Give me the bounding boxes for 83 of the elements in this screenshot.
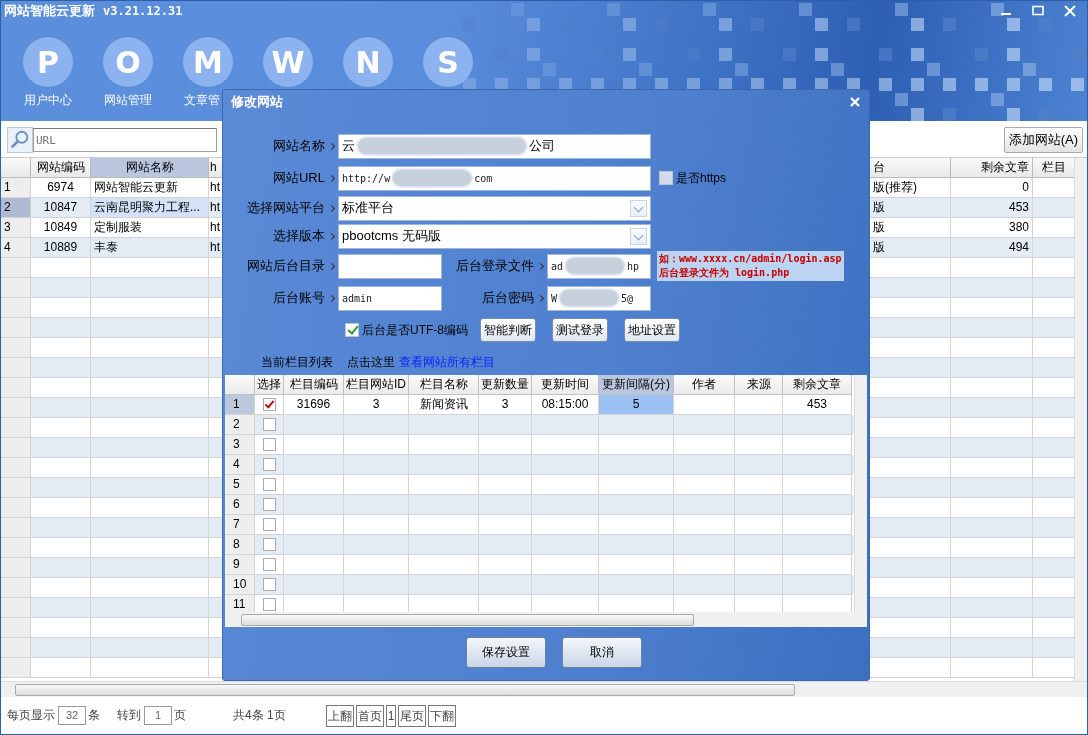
action-button[interactable]: 测试登录 [552, 318, 608, 342]
dropdown[interactable]: pbootcms 无码版 [338, 223, 651, 249]
row-number: 10 [225, 575, 255, 595]
action-button[interactable]: 智能判断 [480, 318, 536, 342]
input-field[interactable]: http://w com [338, 165, 651, 191]
column-header: 作者 [674, 375, 735, 395]
per-page-label: 每页显示 [7, 707, 55, 724]
per-page-field[interactable]: 32 [58, 706, 86, 725]
row-number: 2 [225, 415, 255, 435]
field-label: 后台账号 [273, 289, 325, 307]
column-header: 栏目网站ID [344, 375, 409, 395]
column-header: 更新数量 [479, 375, 532, 395]
table-cell: 494 [951, 238, 1033, 258]
page-summary: 共4条 1页 [233, 707, 286, 724]
field-label: 后台登录文件 [456, 257, 534, 275]
field-label: 网站URL [273, 169, 325, 187]
table-cell: 5 [599, 395, 674, 415]
dialog-title: 修改网站 [231, 93, 283, 111]
save-button[interactable]: 保存设置 [465, 637, 546, 668]
column-header: 栏目 [1033, 158, 1074, 178]
input-field[interactable]: ad hp [547, 253, 651, 279]
row-number: 6 [225, 495, 255, 515]
table-cell: 丰泰 [91, 238, 209, 258]
input-field[interactable]: 云 公司 [338, 133, 651, 159]
column-header: 更新时间 [532, 375, 599, 395]
field-label: 选择网站平台 [247, 199, 325, 217]
pager-button[interactable]: 首页 [355, 704, 384, 727]
column-header: 剩余文章 [783, 375, 852, 395]
field-label: 网站名称 [273, 137, 325, 155]
page-unit: 页 [174, 707, 186, 724]
goto-page-field[interactable]: 1 [144, 706, 172, 725]
column-header: 来源 [735, 375, 783, 395]
row-number: 5 [225, 475, 255, 495]
table-cell: 10889 [31, 238, 91, 258]
dropdown-value: 标准平台 [342, 199, 394, 217]
column-header: 台 [870, 158, 951, 178]
pager-button[interactable]: 尾页 [398, 704, 427, 727]
column-header: 栏目编码 [284, 375, 344, 395]
field-label: 选择版本 [273, 227, 325, 245]
add-site-button[interactable]: 添加网站(A) [1003, 127, 1083, 153]
row-number: 1 [1, 178, 31, 198]
column-header: 选择 [255, 375, 284, 395]
cancel-button[interactable]: 取消 [561, 637, 642, 668]
hint-text: 点击这里 [347, 354, 395, 371]
input-field[interactable]: admin [338, 285, 442, 311]
row-number: 3 [1, 218, 31, 238]
list-label: 当前栏目列表 [261, 354, 333, 371]
pager-button[interactable]: 下翻 [428, 704, 457, 727]
dropdown-value: pbootcms 无码版 [342, 227, 441, 245]
version-label: v3.21.12.31 [103, 4, 183, 18]
pager-button[interactable]: 上翻 [325, 704, 354, 727]
hint-text: 后台登录文件为 login.php [659, 266, 791, 280]
toolbar-label: 网站管理 [104, 92, 152, 109]
row-number: 11 [225, 595, 255, 612]
row-number: 8 [225, 535, 255, 555]
hint-text: 如：www.xxxx.cn/admin/login.asp [659, 252, 842, 266]
row-number: 2 [1, 198, 31, 218]
action-button[interactable]: 地址设置 [624, 318, 680, 342]
row-number: 3 [225, 435, 255, 455]
pager-button[interactable]: 1 [385, 704, 397, 727]
column-header: 栏目名称 [409, 375, 479, 395]
table-cell: 云南昆明聚力工程... [91, 198, 209, 218]
column-header: 网站名称 [91, 158, 209, 178]
field-label: 后台密码 [482, 289, 534, 307]
table-cell: 453 [951, 198, 1033, 218]
dropdown[interactable]: 标准平台 [338, 195, 651, 221]
column-header: 更新间隔(分) [599, 375, 674, 395]
row-number: 4 [1, 238, 31, 258]
per-page-unit: 条 [88, 707, 100, 724]
checkbox-label: 后台是否UTF-8编码 [362, 321, 468, 339]
input-field[interactable]: W 5@ [547, 285, 651, 311]
checkbox-label: 是否https [676, 169, 726, 187]
row-number: 1 [225, 395, 255, 415]
column-header: 剩余文章 [951, 158, 1033, 178]
column-header: 网站编码 [31, 158, 91, 178]
toolbar-label: 文章管 [184, 92, 220, 109]
window-title: 网站智能云更新 [4, 2, 95, 20]
row-number: 4 [225, 455, 255, 475]
field-label: 网站后台目录 [247, 257, 325, 275]
toolbar-label: 用户中心 [24, 92, 72, 109]
row-number: 9 [225, 555, 255, 575]
goto-label: 转到 [117, 707, 141, 724]
row-number: 7 [225, 515, 255, 535]
